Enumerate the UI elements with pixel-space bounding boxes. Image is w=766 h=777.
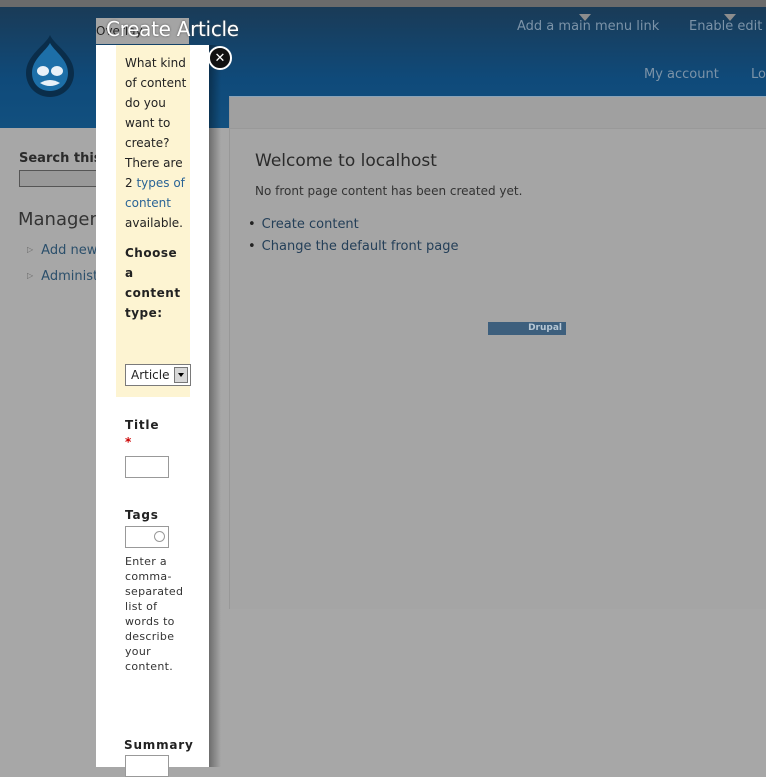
tags-field[interactable] bbox=[125, 526, 169, 548]
front-page-message: No front page content has been created y… bbox=[255, 184, 523, 198]
content-type-select[interactable]: Article bbox=[125, 364, 191, 386]
tags-description: Enter a comma-separated list of words to… bbox=[125, 555, 184, 673]
summary-field[interactable] bbox=[125, 755, 169, 777]
tabs-bar bbox=[230, 97, 766, 129]
dialog-title: Create Article bbox=[106, 17, 239, 41]
page-title: Welcome to localhost bbox=[255, 151, 437, 171]
tags-label: Tags bbox=[125, 508, 159, 522]
top-bar bbox=[0, 0, 766, 7]
front-page-links: Create content Change the default front … bbox=[248, 217, 459, 261]
summary-label: Summary bbox=[124, 738, 194, 752]
powered-by-drupal-badge[interactable]: Drupal bbox=[488, 322, 566, 335]
change-front-page-link[interactable]: Change the default front page bbox=[248, 239, 459, 254]
chevron-down-icon[interactable] bbox=[174, 367, 188, 383]
create-content-link[interactable]: Create content bbox=[248, 217, 458, 232]
secondary-menu-logout[interactable]: Log out bbox=[751, 67, 766, 82]
search-input[interactable] bbox=[19, 170, 99, 187]
content-type-notice: What kind of content do you want to crea… bbox=[116, 45, 190, 397]
notice-text-before: What kind of content do you want to crea… bbox=[125, 56, 187, 190]
choose-content-type-label: Choose a content type: bbox=[125, 246, 181, 320]
main-menu-link-edit-mode[interactable]: Enable edit mode bbox=[689, 19, 766, 34]
notice-text: What kind of content do you want to crea… bbox=[125, 53, 191, 233]
title-label: Title bbox=[125, 418, 160, 432]
autocomplete-throbber-icon bbox=[154, 531, 165, 542]
dialog-shadow bbox=[209, 45, 221, 767]
close-icon[interactable]: ✕ bbox=[208, 46, 232, 70]
create-article-dialog: What kind of content do you want to crea… bbox=[96, 45, 209, 777]
title-field[interactable] bbox=[125, 456, 169, 478]
main-menu-link-add[interactable]: Add a main menu link bbox=[517, 19, 659, 34]
types-of-content-link[interactable]: types of content bbox=[125, 176, 185, 210]
notice-text-after: available. bbox=[125, 216, 183, 230]
required-marker: * bbox=[125, 435, 132, 449]
drupal-logo-icon[interactable] bbox=[20, 33, 80, 99]
content-type-select-value: Article bbox=[131, 368, 170, 382]
main-content: Welcome to localhost No front page conte… bbox=[229, 96, 766, 609]
secondary-menu-my-account[interactable]: My account bbox=[644, 67, 719, 82]
